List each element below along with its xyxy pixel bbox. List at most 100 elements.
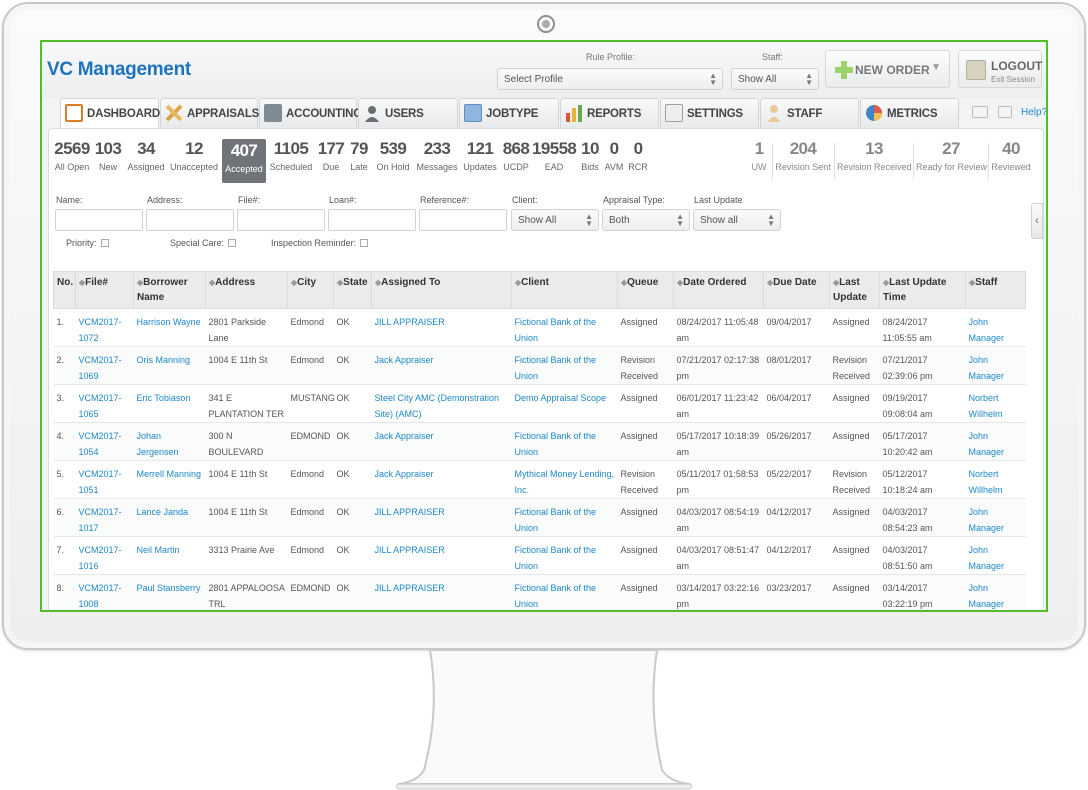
checkbox-icon[interactable] (360, 239, 369, 247)
new-order-button[interactable]: NEW ORDER ▼ (825, 50, 950, 88)
table-row[interactable]: 2. VCM2017-1069 Oris Manning 1004 E 11th… (53, 346, 1026, 385)
col-header-borrower[interactable]: ◆Borrower Name (133, 271, 206, 309)
table-row[interactable]: 6. VCM2017-1017 Lance Janda 1004 E 11th … (53, 498, 1026, 537)
stat-revision-received[interactable]: 13 Revision Received (837, 139, 912, 183)
cell-file[interactable]: VCM2017-1069 (75, 346, 134, 385)
col-header-address[interactable]: ◆Address (205, 271, 288, 309)
name-filter-input[interactable] (55, 209, 143, 231)
tab-users[interactable]: USERS (358, 98, 458, 128)
cell-borrower[interactable]: Merrell Manning (133, 460, 206, 499)
address-filter-input[interactable] (146, 209, 234, 231)
stat-scheduled[interactable]: 1105 Scheduled (268, 139, 314, 183)
logout-button[interactable]: LOGOUT Exit Session (958, 50, 1042, 88)
appraisal-type-select[interactable]: Both ▲ ▼ (602, 209, 690, 231)
special-care-checkbox[interactable]: Special Care: (170, 238, 237, 248)
cell-staff[interactable]: John Manager (965, 536, 1026, 575)
table-row[interactable]: 7. VCM2017-1016 Neil Martin 3313 Prairie… (53, 536, 1026, 575)
table-row[interactable]: 3. VCM2017-1065 Eric Tobiason 341 E PLAN… (53, 384, 1026, 423)
stat-uw[interactable]: 1 UW (749, 139, 769, 183)
cell-file[interactable]: VCM2017-1051 (75, 460, 134, 499)
cell-assigned[interactable]: JILL APPRAISER (371, 574, 512, 610)
print-icon[interactable] (998, 106, 1012, 118)
stat-reviewed[interactable]: 40 Reviewed (991, 139, 1031, 183)
tab-accounting[interactable]: ACCOUNTING (259, 98, 362, 128)
loan-filter-input[interactable] (328, 209, 416, 231)
cell-client[interactable]: Demo Appraisal Scope (511, 384, 618, 423)
collapse-panel-button[interactable]: ‹ (1031, 203, 1043, 239)
cell-staff[interactable]: John Manager (965, 498, 1026, 537)
cell-assigned[interactable]: Jack Appraiser (371, 422, 512, 461)
col-header-queue[interactable]: ◆Queue (617, 271, 674, 309)
cell-client[interactable]: Fictional Bank of the Union (511, 574, 618, 610)
col-header-assigned[interactable]: ◆Assigned To (371, 271, 512, 309)
cell-assigned[interactable]: Jack Appraiser (371, 460, 512, 499)
client-filter-select[interactable]: Show All ▲ ▼ (511, 209, 599, 231)
cell-client[interactable]: Fictional Bank of the Union (511, 422, 618, 461)
stat-ead[interactable]: 19558 EAD (532, 139, 577, 183)
cell-borrower[interactable]: Oris Manning (133, 346, 206, 385)
col-header-date-ordered[interactable]: ◆Date Ordered (673, 271, 764, 309)
rule-profile-select[interactable]: Select Profile ▲ ▼ (497, 68, 723, 90)
cell-file[interactable]: VCM2017-1017 (75, 498, 134, 537)
inspection-reminder-checkbox[interactable]: Inspection Reminder: (271, 238, 369, 248)
tab-metrics[interactable]: METRICS (860, 98, 959, 128)
col-header-file[interactable]: ◆File# (75, 271, 134, 309)
tab-dashboard[interactable]: DASHBOARD (60, 98, 160, 129)
col-header-due-date[interactable]: ◆Due Date (763, 271, 830, 309)
col-header-city[interactable]: ◆City (287, 271, 334, 309)
cell-client[interactable]: Fictional Bank of the Union (511, 536, 618, 575)
cell-staff[interactable]: John Manager (965, 574, 1026, 610)
stat-assigned[interactable]: 34 Assigned (125, 139, 167, 183)
checkbox-icon[interactable] (228, 239, 237, 247)
stat-all-open[interactable]: 2569 All Open (53, 139, 91, 183)
tab-reports[interactable]: REPORTS (560, 98, 659, 128)
last-update-select[interactable]: Show all ▲ ▼ (693, 209, 781, 231)
tab-jobtype[interactable]: JOBTYPE (459, 98, 559, 128)
stat-updates[interactable]: 121 Updates (461, 139, 499, 183)
stat-ucdp[interactable]: 868 UCDP (502, 139, 530, 183)
stat-due[interactable]: 177 Due (316, 139, 346, 183)
table-row[interactable]: 8. VCM2017-1008 Paul Stansberry 2801 APP… (53, 574, 1026, 610)
stat-messages[interactable]: 233 Messages (415, 139, 459, 183)
cell-borrower[interactable]: Eric Tobiason (133, 384, 206, 423)
cell-file[interactable]: VCM2017-1016 (75, 536, 134, 575)
stat-new[interactable]: 103 New (93, 139, 123, 183)
cell-staff[interactable]: John Manager (965, 308, 1026, 347)
cell-file[interactable]: VCM2017-1065 (75, 384, 134, 423)
cell-assigned[interactable]: JILL APPRAISER (371, 536, 512, 575)
cell-borrower[interactable]: Paul Stansberry (133, 574, 206, 610)
cell-staff[interactable]: John Manager (965, 346, 1026, 385)
stat-avm[interactable]: 0 AVM (604, 139, 624, 183)
cell-borrower[interactable]: Neil Martin (133, 536, 206, 575)
stat-on-hold[interactable]: 539 On Hold (373, 139, 413, 183)
col-header-state[interactable]: ◆State (333, 271, 372, 309)
stat-late[interactable]: 79 Late (347, 139, 371, 183)
cell-client[interactable]: Fictional Bank of the Union (511, 498, 618, 537)
tab-appraisals[interactable]: APPRAISALS (160, 98, 259, 128)
monitor-settings-icon[interactable] (972, 106, 988, 118)
table-row[interactable]: 5. VCM2017-1051 Merrell Manning 1004 E 1… (53, 460, 1026, 499)
stat-rcr[interactable]: 0 RCR (627, 139, 649, 183)
stat-bids[interactable]: 10 Bids (579, 139, 601, 183)
cell-file[interactable]: VCM2017-1054 (75, 422, 134, 461)
col-header-staff[interactable]: ◆Staff (965, 271, 1026, 309)
cell-staff[interactable]: Norbert Willhelm (965, 384, 1026, 423)
cell-assigned[interactable]: JILL APPRAISER (371, 498, 512, 537)
stat-unaccepted[interactable]: 12 Unaccepted (168, 139, 220, 183)
tab-staff[interactable]: STAFF (760, 98, 859, 128)
cell-borrower[interactable]: Harrison Wayne (133, 308, 206, 347)
col-header-client[interactable]: ◆Client (511, 271, 618, 309)
cell-borrower[interactable]: Johan Jergensen (133, 422, 206, 461)
cell-assigned[interactable]: Jack Appraiser (371, 346, 512, 385)
col-header-last-update-time[interactable]: ◆Last Update Time (879, 271, 966, 309)
tab-settings[interactable]: SETTINGS (660, 98, 759, 128)
cell-assigned[interactable]: Steel City AMC (Demonstration Site) (AMC… (371, 384, 512, 423)
cell-file[interactable]: VCM2017-1072 (75, 308, 134, 347)
col-header-last-update[interactable]: ◆Last Update (829, 271, 880, 309)
staff-select[interactable]: Show All ▲ ▼ (731, 68, 819, 90)
table-row[interactable]: 1. VCM2017-1072 Harrison Wayne 2801 Park… (53, 308, 1026, 347)
cell-file[interactable]: VCM2017-1008 (75, 574, 134, 610)
stat-revision-sent[interactable]: 204 Revision Sent (775, 139, 831, 183)
cell-staff[interactable]: John Manager (965, 422, 1026, 461)
cell-staff[interactable]: Norbert Willhelm (965, 460, 1026, 499)
